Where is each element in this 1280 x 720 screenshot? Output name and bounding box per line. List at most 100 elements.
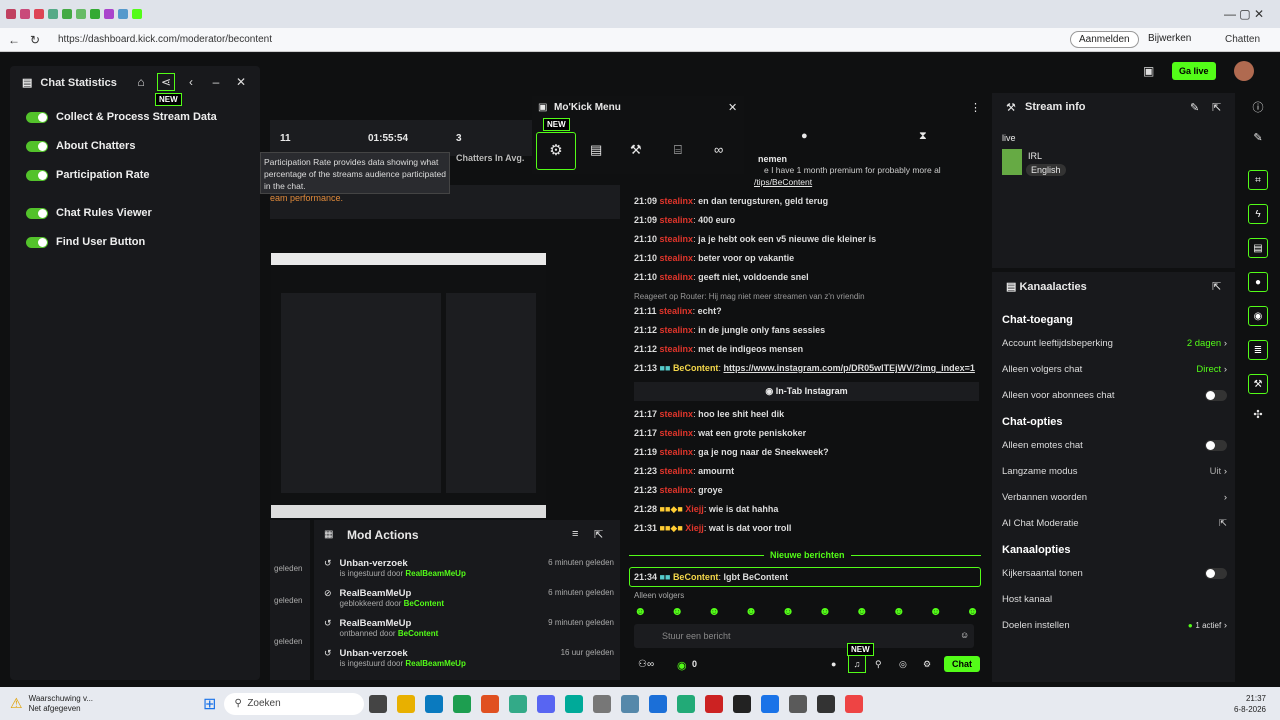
mod-action-by[interactable]: RealBeamMeUp <box>405 569 465 578</box>
chat-message[interactable]: 21:09 stealinx: 400 euro <box>634 215 979 226</box>
emote-icon[interactable]: ☻ <box>929 604 942 620</box>
chat-send-button[interactable]: Chat <box>944 656 980 672</box>
warning-icon[interactable]: ⚠ <box>10 695 23 712</box>
toggle-switch[interactable] <box>26 236 48 248</box>
update-button[interactable]: Bijwerken <box>1140 31 1199 46</box>
wrench-icon[interactable]: ⚒ <box>1248 374 1268 394</box>
mod-action-row[interactable]: ↺ Unban-verzoek is ingestuurd door RealB… <box>324 648 614 668</box>
pinned-link[interactable]: /tips/BeContent <box>754 177 812 187</box>
mod-action-by[interactable]: RealBeamMeUp <box>405 659 465 668</box>
clock-time[interactable]: 21:37 <box>1234 693 1266 704</box>
new-messages-label[interactable]: Nieuwe berichten <box>764 550 851 560</box>
filter-icon[interactable]: ≡ <box>572 528 578 540</box>
toggle-switch[interactable] <box>26 169 48 181</box>
toggle-switch[interactable] <box>1205 567 1227 579</box>
pencil-icon[interactable]: ✎ <box>1240 131 1276 144</box>
windows-start-icon[interactable]: ⊞ <box>203 694 216 714</box>
app-icon[interactable] <box>733 694 752 713</box>
setting-banned-words[interactable]: Verbannen woorden › <box>1002 484 1227 510</box>
emote-icon[interactable]: ☻ <box>819 604 832 620</box>
tab-favicon-icon[interactable] <box>62 9 72 19</box>
broadcast-icon[interactable]: ◉ <box>1248 306 1268 326</box>
tab-favicon-icon[interactable] <box>90 9 100 19</box>
chat-message[interactable]: 21:10 stealinx: ja je hebt ook een v5 ni… <box>634 234 979 245</box>
chat-message[interactable]: 21:10 stealinx: beter voor op vakantie <box>634 253 979 264</box>
mod-action-row[interactable]: ↺ RealBeamMeUp ontbanned door BeContent … <box>324 618 614 638</box>
app-icon[interactable] <box>565 694 584 713</box>
tab-favicon-icon[interactable] <box>48 9 58 19</box>
toggle-row-find-user[interactable]: Find User Button <box>26 236 145 248</box>
app-icon[interactable] <box>425 694 444 713</box>
hourglass-icon[interactable]: ⧗ <box>919 130 927 143</box>
app-icon[interactable] <box>845 694 864 713</box>
chat-bubble-icon[interactable]: ● <box>831 659 836 669</box>
puzzle-icon[interactable]: ✣ <box>1240 408 1276 421</box>
signin-button[interactable]: Aanmelden <box>1070 31 1139 48</box>
url-field[interactable]: https://dashboard.kick.com/moderator/bec… <box>58 34 272 45</box>
chat-message[interactable]: 21:17 stealinx: hoo lee shit heel dik <box>634 409 979 420</box>
edit-icon[interactable]: ✎ <box>1190 101 1199 114</box>
app-icon[interactable] <box>593 694 612 713</box>
setting-host-channel[interactable]: Host kanaal <box>1002 586 1227 612</box>
tab-favicon-icon[interactable] <box>6 9 16 19</box>
chat-message[interactable]: 21:09 stealinx: en dan terugsturen, geld… <box>634 196 979 207</box>
share-icon[interactable]: ⋖ <box>157 73 175 91</box>
app-icon[interactable] <box>817 694 836 713</box>
crop-icon[interactable]: ⌗ <box>1248 170 1268 190</box>
tab-favicon-icon[interactable] <box>34 9 44 19</box>
app-icon[interactable] <box>397 694 416 713</box>
chat-message[interactable]: 21:28 ■■◆■ Xiejj: wie is dat hahha <box>634 504 979 515</box>
taskbar-search[interactable]: ⚲ Zoeken <box>224 692 365 715</box>
msg-user[interactable]: Xiejj <box>685 523 704 533</box>
emote-icon[interactable]: ☻ <box>966 604 979 620</box>
search-icon[interactable]: ⚲ <box>875 659 882 670</box>
more-icon[interactable]: ⋮ <box>970 101 981 114</box>
toggle-switch[interactable] <box>26 111 48 123</box>
emoji-icon[interactable]: ☺ <box>960 630 969 640</box>
app-icon[interactable] <box>621 694 640 713</box>
chat-message[interactable]: 21:19 stealinx: ga je nog naar de Sneekw… <box>634 447 979 458</box>
chat-message[interactable]: 21:12 stealinx: in de jungle only fans s… <box>634 325 979 336</box>
layers-icon[interactable]: ≣ <box>1248 340 1268 360</box>
toggle-switch[interactable] <box>1205 389 1227 401</box>
chat-message[interactable]: 21:23 stealinx: amournt <box>634 466 979 477</box>
popout-icon[interactable]: ⇱ <box>594 528 603 541</box>
emote-icon[interactable]: ☻ <box>708 604 721 620</box>
chat-message[interactable]: 21:13 ■■ BeContent: https://www.instagra… <box>634 363 979 374</box>
popout-icon[interactable]: ⇱ <box>1212 101 1221 114</box>
mod-action-row[interactable]: ↺ Unban-verzoek is ingestuurd door RealB… <box>324 558 614 578</box>
app-icon[interactable] <box>677 694 696 713</box>
msg-user[interactable]: Xiejj <box>685 504 704 514</box>
gift-icon[interactable]: ⌸ <box>674 142 682 158</box>
emote-icon[interactable]: ☻ <box>745 604 758 620</box>
latest-message[interactable]: 21:34 ■■ BeContent: lgbt BeContent <box>629 567 981 587</box>
msg-user[interactable]: stealinx <box>660 466 694 476</box>
toggle-switch[interactable] <box>26 140 48 152</box>
window-controls-icon[interactable]: — ▢ ✕ <box>1224 7 1264 21</box>
tab-favicon-icon[interactable] <box>118 9 128 19</box>
msg-user[interactable]: stealinx <box>660 409 694 419</box>
toggle-row-collect[interactable]: Collect & Process Stream Data <box>26 111 217 123</box>
msg-user[interactable]: stealinx <box>660 325 694 335</box>
app-icon[interactable] <box>761 694 780 713</box>
msg-user[interactable]: stealinx <box>660 485 694 495</box>
stats-icon[interactable]: ▤ <box>590 142 602 158</box>
hammer-icon[interactable]: ⚒ <box>630 142 642 158</box>
msg-user[interactable]: stealinx <box>660 196 694 206</box>
msg-user[interactable]: stealinx <box>660 272 694 282</box>
app-icon[interactable] <box>369 694 388 713</box>
msg-user[interactable]: BeContent <box>673 572 719 582</box>
chat-message[interactable]: 21:11 stealinx: echt? <box>634 306 979 317</box>
copilot-chat-button[interactable]: Chatten <box>1225 34 1260 45</box>
tab-favicon-icon[interactable] <box>76 9 86 19</box>
toggle-row-participation[interactable]: Participation Rate <box>26 169 150 181</box>
msg-user[interactable]: stealinx <box>659 306 693 316</box>
chat-message[interactable]: 21:10 stealinx: geeft niet, voldoende sn… <box>634 272 979 283</box>
msg-user[interactable]: stealinx <box>660 344 694 354</box>
emote-icon[interactable]: ☻ <box>634 604 647 620</box>
mod-action-row[interactable]: ⊘ RealBeamMeUp geblokkeerd door BeConten… <box>324 588 614 608</box>
mod-action-by[interactable]: BeContent <box>398 629 438 638</box>
popout-icon[interactable]: ⇱ <box>1212 280 1221 293</box>
minimize-icon[interactable]: – <box>207 73 225 91</box>
mod-action-by[interactable]: BeContent <box>404 599 444 608</box>
